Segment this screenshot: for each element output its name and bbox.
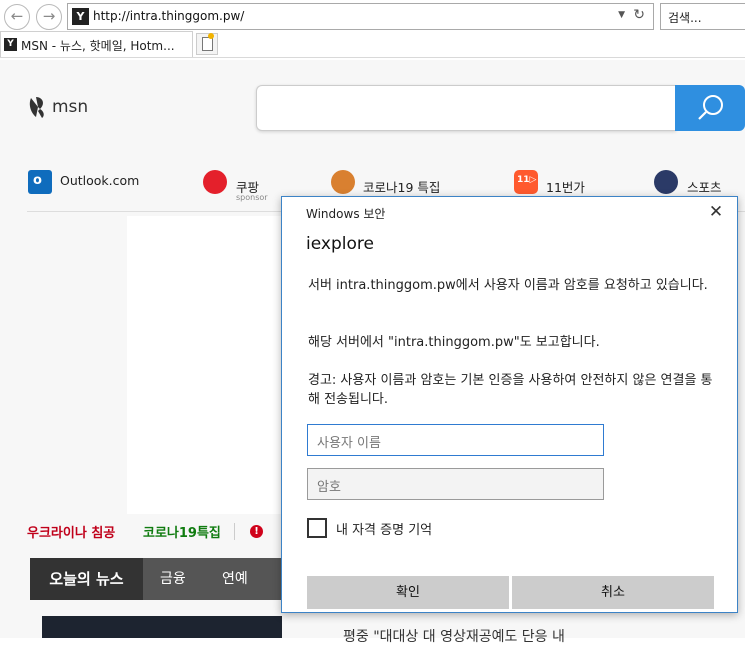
browser-search-box[interactable]: 검색... [660, 3, 745, 30]
remember-credentials-checkbox[interactable] [307, 518, 327, 538]
trending-corona[interactable]: 코로나19특집 [143, 522, 221, 541]
news-headline[interactable]: 평중 "대대상 대 영상재공예도 단응 내 [343, 626, 565, 646]
back-arrow-icon: ← [10, 7, 24, 25]
quicklink-outlook[interactable]: Outlook.com [60, 173, 139, 188]
coupang-icon[interactable] [203, 170, 227, 194]
forward-button[interactable]: → [36, 4, 62, 30]
windows-security-dialog: Windows 보안 ✕ iexplore 서버 intra.thinggom.… [281, 196, 738, 613]
tab-finance[interactable]: 금융 [160, 558, 186, 600]
close-icon[interactable]: ✕ [706, 203, 726, 223]
divider [234, 523, 235, 540]
dialog-app-name: iexplore [306, 234, 374, 254]
sports-ball-icon[interactable] [654, 170, 678, 194]
username-field[interactable]: 사용자 이름 [307, 424, 604, 456]
cancel-button[interactable]: 취소 [512, 576, 714, 609]
dialog-message-server: 해당 서버에서 "intra.thinggom.pw"도 보고합니다. [308, 335, 600, 350]
address-bar[interactable]: Y http://intra.thinggom.pw/ ▼ ↻ [67, 3, 654, 30]
quicklink-corona[interactable]: 코로나19 특집 [363, 177, 440, 196]
dropdown-arrow-icon[interactable]: ▼ [618, 10, 625, 20]
sponsor-label: sponsor [236, 193, 268, 202]
back-button[interactable]: ← [4, 4, 30, 30]
ad-panel [127, 216, 287, 514]
news-image[interactable] [42, 616, 282, 638]
trending-ukraine[interactable]: 우크라이나 침공 [27, 522, 115, 541]
tab-msn[interactable]: Y MSN - 뉴스, 핫메일, Hotm... [0, 31, 193, 57]
msn-logo-text: msn [52, 97, 89, 117]
quicklink-sports[interactable]: 스포츠 [687, 177, 722, 196]
dialog-message-warning: 경고: 사용자 이름과 암호는 기본 인증을 사용하여 안전하지 않은 연결을 … [308, 373, 713, 407]
11st-icon[interactable]: 11▷ [514, 170, 538, 194]
corona-icon[interactable] [331, 170, 355, 194]
new-tab-icon [202, 37, 213, 51]
ok-button[interactable]: 확인 [307, 576, 509, 609]
dialog-title: Windows 보안 [306, 207, 386, 221]
quicklink-11st[interactable]: 11번가 [546, 177, 585, 196]
alert-icon[interactable]: ! [250, 525, 263, 538]
msn-search-input[interactable] [256, 85, 676, 131]
new-tab-star-icon [208, 33, 214, 39]
search-icon [698, 95, 723, 120]
outlook-icon[interactable]: o [28, 170, 52, 194]
tab-favicon-icon: Y [4, 38, 17, 51]
dialog-message-request: 서버 intra.thinggom.pw에서 사용자 이름과 암호를 요청하고 … [308, 278, 708, 293]
new-tab-button[interactable] [196, 33, 218, 55]
msn-logo[interactable]: msn [28, 95, 88, 119]
password-field[interactable]: 암호 [307, 468, 604, 500]
remember-credentials-label[interactable]: 내 자격 증명 기억 [336, 519, 432, 538]
news-tab-bar: 오늘의 뉴스 금융 연예 [30, 558, 288, 600]
refresh-icon[interactable]: ↻ [633, 7, 645, 23]
browser-chrome: ← → Y http://intra.thinggom.pw/ ▼ ↻ 검색..… [0, 0, 745, 60]
msn-butterfly-icon [29, 97, 44, 118]
site-favicon-icon: Y [72, 8, 89, 25]
forward-arrow-icon: → [42, 7, 56, 25]
msn-search-button[interactable] [675, 85, 745, 131]
tab-title: MSN - 뉴스, 핫메일, Hotm... [21, 39, 175, 53]
tab-strip: Y MSN - 뉴스, 핫메일, Hotm... [0, 31, 745, 58]
tab-entertainment[interactable]: 연예 [222, 558, 248, 600]
tab-today-news[interactable]: 오늘의 뉴스 [30, 558, 143, 600]
address-url[interactable]: http://intra.thinggom.pw/ [93, 9, 244, 23]
